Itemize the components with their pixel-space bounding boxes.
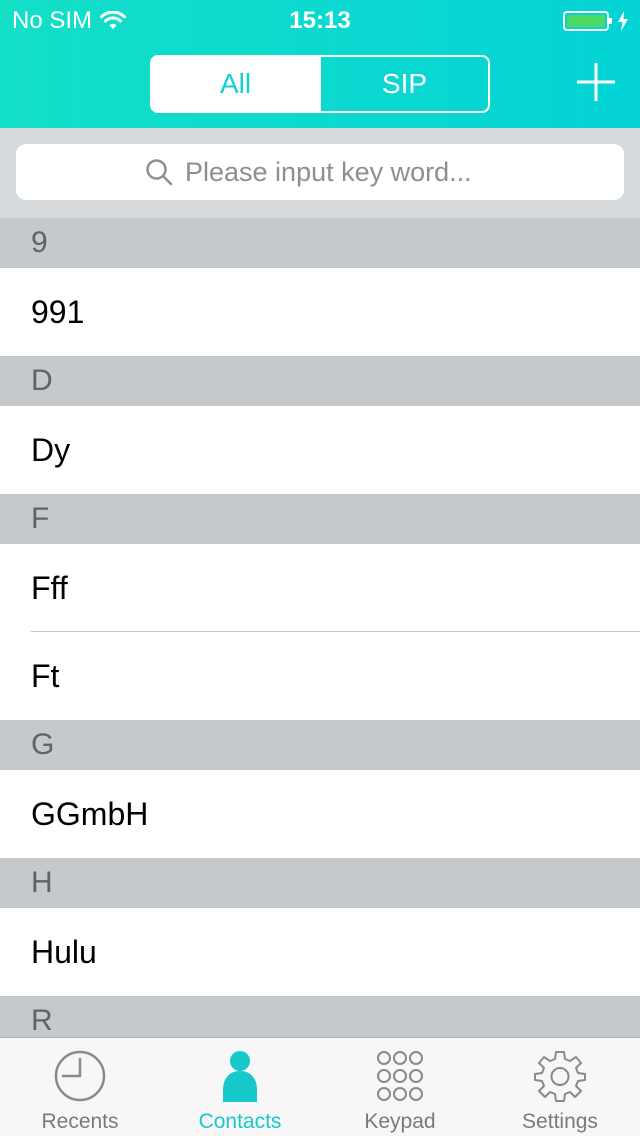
top-bar: No SIM 15:13 All SIP — [0, 0, 640, 128]
search-input[interactable] — [185, 156, 495, 188]
gear-icon — [534, 1051, 586, 1102]
segment-all[interactable]: All — [152, 57, 319, 111]
tab-contacts-label: Contacts — [198, 1110, 282, 1133]
section-header-f: F — [0, 494, 640, 544]
section-header-d: D — [0, 356, 640, 406]
person-icon — [223, 1051, 257, 1102]
keypad-icon — [377, 1051, 423, 1101]
battery-indicator — [563, 10, 630, 32]
contact-row-dy[interactable]: Dy — [0, 406, 640, 494]
tab-settings[interactable]: Settings — [480, 1038, 640, 1136]
tab-recents[interactable]: Recents — [0, 1038, 160, 1136]
segment-sip-label: SIP — [381, 68, 428, 99]
contact-list: 9 991 D Dy F Fff Ft G GGmbH H Hulu R — [0, 218, 640, 1037]
tab-bar: Recents Contacts Keypad Settings — [0, 1037, 640, 1136]
clock-icon — [54, 1050, 106, 1102]
clock-time: 15:13 — [289, 7, 351, 34]
status-bar: No SIM 15:13 — [0, 0, 640, 40]
contact-row-991[interactable]: 991 — [0, 268, 640, 356]
contact-row-ggmbh[interactable]: GGmbH — [0, 770, 640, 858]
search-bar-area — [0, 128, 640, 218]
tab-keypad[interactable]: Keypad — [320, 1038, 480, 1136]
contact-row-fff[interactable]: Fff — [0, 544, 640, 632]
tab-settings-label: Settings — [522, 1110, 598, 1133]
segment-sip[interactable]: SIP — [319, 57, 488, 111]
battery-icon — [563, 11, 612, 31]
section-header-9: 9 — [0, 218, 640, 268]
tab-keypad-label: Keypad — [364, 1110, 436, 1133]
search-icon — [146, 159, 173, 186]
contact-filter-segmented-control: All SIP — [150, 55, 490, 113]
section-header-r: R — [0, 996, 640, 1037]
segment-all-label: All — [219, 68, 252, 99]
section-header-g: G — [0, 720, 640, 770]
charging-bolt-icon — [618, 11, 628, 31]
tab-recents-label: Recents — [41, 1110, 119, 1133]
search-box[interactable] — [16, 144, 624, 200]
contact-row-hulu[interactable]: Hulu — [0, 908, 640, 996]
section-header-h: H — [0, 858, 640, 908]
contact-row-ft[interactable]: Ft — [0, 632, 640, 720]
tab-contacts[interactable]: Contacts — [160, 1038, 320, 1136]
plus-icon[interactable] — [574, 60, 618, 104]
